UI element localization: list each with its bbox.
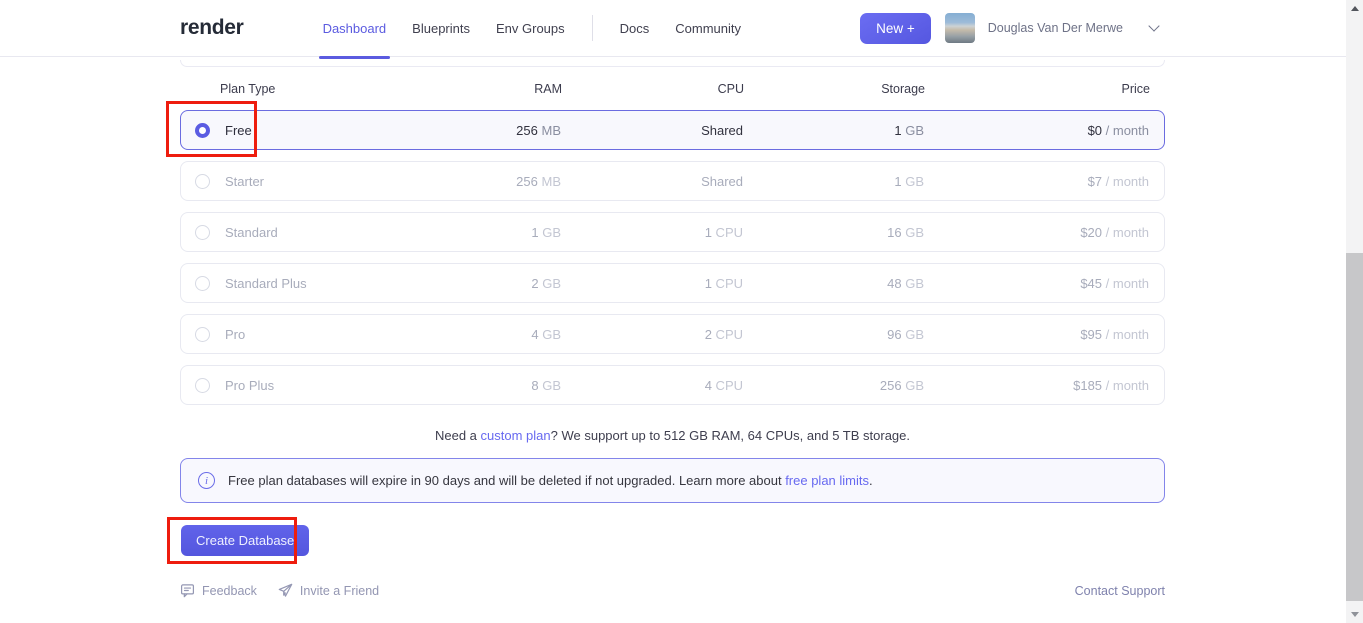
nav-item-blueprints[interactable]: Blueprints — [399, 0, 483, 57]
scroll-thumb[interactable] — [1346, 253, 1363, 601]
nav-item-dashboard[interactable]: Dashboard — [310, 0, 400, 57]
plan-type-cell: Standard Plus — [195, 276, 401, 291]
plan-ram-cell: 1 GB — [401, 225, 561, 240]
plan-storage-cell: 48 GB — [743, 276, 924, 291]
plan-row[interactable]: Standard 1 GB 1 CPU 16 GB $20 / month — [180, 212, 1165, 252]
plan-storage-cell: 96 GB — [743, 327, 924, 342]
header-cpu: CPU — [562, 82, 744, 96]
plan-radio[interactable] — [195, 327, 210, 342]
plan-name-label: Starter — [225, 174, 264, 189]
header-storage: Storage — [744, 82, 925, 96]
plan-row[interactable]: Starter 256 MB Shared 1 GB $7 / month — [180, 161, 1165, 201]
nav-item-docs[interactable]: Docs — [607, 0, 663, 57]
plan-price-cell: $7 / month — [924, 174, 1149, 189]
header-plan-type: Plan Type — [195, 82, 402, 96]
plan-price-cell: $0 / month — [924, 123, 1149, 138]
plan-storage-cell: 1 GB — [743, 174, 924, 189]
render-logo[interactable]: render — [180, 16, 244, 40]
nav-item-env-groups[interactable]: Env Groups — [483, 0, 578, 57]
header-price: Price — [925, 82, 1150, 96]
plan-radio[interactable] — [195, 378, 210, 393]
plan-table-header: Plan Type RAM CPU Storage Price — [180, 67, 1165, 110]
plan-type-cell: Standard — [195, 225, 401, 240]
plan-name-label: Pro Plus — [225, 378, 274, 393]
plan-type-cell: Pro — [195, 327, 401, 342]
plan-radio[interactable] — [195, 123, 210, 138]
plan-cpu-cell: 2 CPU — [561, 327, 743, 342]
plan-radio[interactable] — [195, 276, 210, 291]
contact-support-link[interactable]: Contact Support — [1075, 584, 1165, 598]
page-footer: Feedback Invite a Friend Contact Support — [180, 583, 1165, 598]
vertical-scrollbar[interactable] — [1346, 0, 1363, 623]
plan-cpu-cell: 1 CPU — [561, 225, 743, 240]
user-avatar[interactable] — [945, 13, 975, 43]
paper-plane-icon — [278, 583, 293, 598]
plan-cpu-cell: Shared — [561, 123, 743, 138]
plan-ram-cell: 256 MB — [401, 123, 561, 138]
plan-ram-cell: 4 GB — [401, 327, 561, 342]
plan-ram-cell: 256 MB — [401, 174, 561, 189]
plan-type-cell: Pro Plus — [195, 378, 401, 393]
custom-plan-note: Need a custom plan? We support up to 512… — [180, 428, 1165, 443]
plan-cpu-cell: 1 CPU — [561, 276, 743, 291]
plan-storage-cell: 16 GB — [743, 225, 924, 240]
plan-row[interactable]: Free 256 MB Shared 1 GB $0 / month — [180, 110, 1165, 150]
top-nav: render Dashboard Blueprints Env Groups D… — [0, 0, 1363, 57]
plan-price-cell: $20 / month — [924, 225, 1149, 240]
plan-radio[interactable] — [195, 174, 210, 189]
plan-type-cell: Free — [195, 123, 401, 138]
plan-storage-cell: 1 GB — [743, 123, 924, 138]
chevron-down-icon[interactable] — [1148, 20, 1159, 31]
plan-radio[interactable] — [195, 225, 210, 240]
main-content: Plan Type RAM CPU Storage Price Free 256… — [180, 60, 1165, 598]
user-name[interactable]: Douglas Van Der Merwe — [988, 21, 1123, 35]
feedback-bubble-icon — [180, 583, 195, 598]
nav-links: Dashboard Blueprints Env Groups Docs Com… — [310, 0, 754, 57]
nav-right: New + Douglas Van Der Merwe — [860, 13, 1363, 44]
plan-cpu-cell: Shared — [561, 174, 743, 189]
nav-divider — [592, 15, 593, 41]
header-ram: RAM — [402, 82, 562, 96]
custom-plan-prefix: Need a — [435, 428, 481, 443]
previous-card-bottom-edge — [180, 60, 1165, 67]
feedback-label: Feedback — [202, 584, 257, 598]
plan-ram-cell: 8 GB — [401, 378, 561, 393]
plan-rows: Free 256 MB Shared 1 GB $0 / month Start… — [180, 110, 1165, 405]
plan-name-label: Standard Plus — [225, 276, 307, 291]
feedback-button[interactable]: Feedback — [180, 583, 257, 598]
plan-name-label: Free — [225, 123, 252, 138]
free-plan-limits-link[interactable]: free plan limits — [785, 473, 869, 488]
plan-row[interactable]: Pro 4 GB 2 CPU 96 GB $95 / month — [180, 314, 1165, 354]
plan-cpu-cell: 4 CPU — [561, 378, 743, 393]
plan-name-label: Standard — [225, 225, 278, 240]
custom-plan-suffix: ? We support up to 512 GB RAM, 64 CPUs, … — [551, 428, 910, 443]
scroll-down-arrow[interactable] — [1346, 606, 1363, 623]
new-button[interactable]: New + — [860, 13, 931, 44]
custom-plan-link[interactable]: custom plan — [481, 428, 551, 443]
banner-text: Free plan databases will expire in 90 da… — [228, 473, 873, 488]
plan-row[interactable]: Standard Plus 2 GB 1 CPU 48 GB $45 / mon… — [180, 263, 1165, 303]
plan-price-cell: $45 / month — [924, 276, 1149, 291]
plan-storage-cell: 256 GB — [743, 378, 924, 393]
info-icon: i — [198, 472, 215, 489]
plan-price-cell: $95 / month — [924, 327, 1149, 342]
plan-price-cell: $185 / month — [924, 378, 1149, 393]
scroll-up-arrow[interactable] — [1346, 0, 1363, 17]
invite-friend-label: Invite a Friend — [300, 584, 379, 598]
invite-friend-button[interactable]: Invite a Friend — [278, 583, 379, 598]
plan-row[interactable]: Pro Plus 8 GB 4 CPU 256 GB $185 / month — [180, 365, 1165, 405]
plan-type-cell: Starter — [195, 174, 401, 189]
plan-name-label: Pro — [225, 327, 245, 342]
nav-item-community[interactable]: Community — [662, 0, 754, 57]
free-plan-banner: i Free plan databases will expire in 90 … — [180, 458, 1165, 503]
create-database-button[interactable]: Create Database — [181, 525, 309, 556]
plan-ram-cell: 2 GB — [401, 276, 561, 291]
